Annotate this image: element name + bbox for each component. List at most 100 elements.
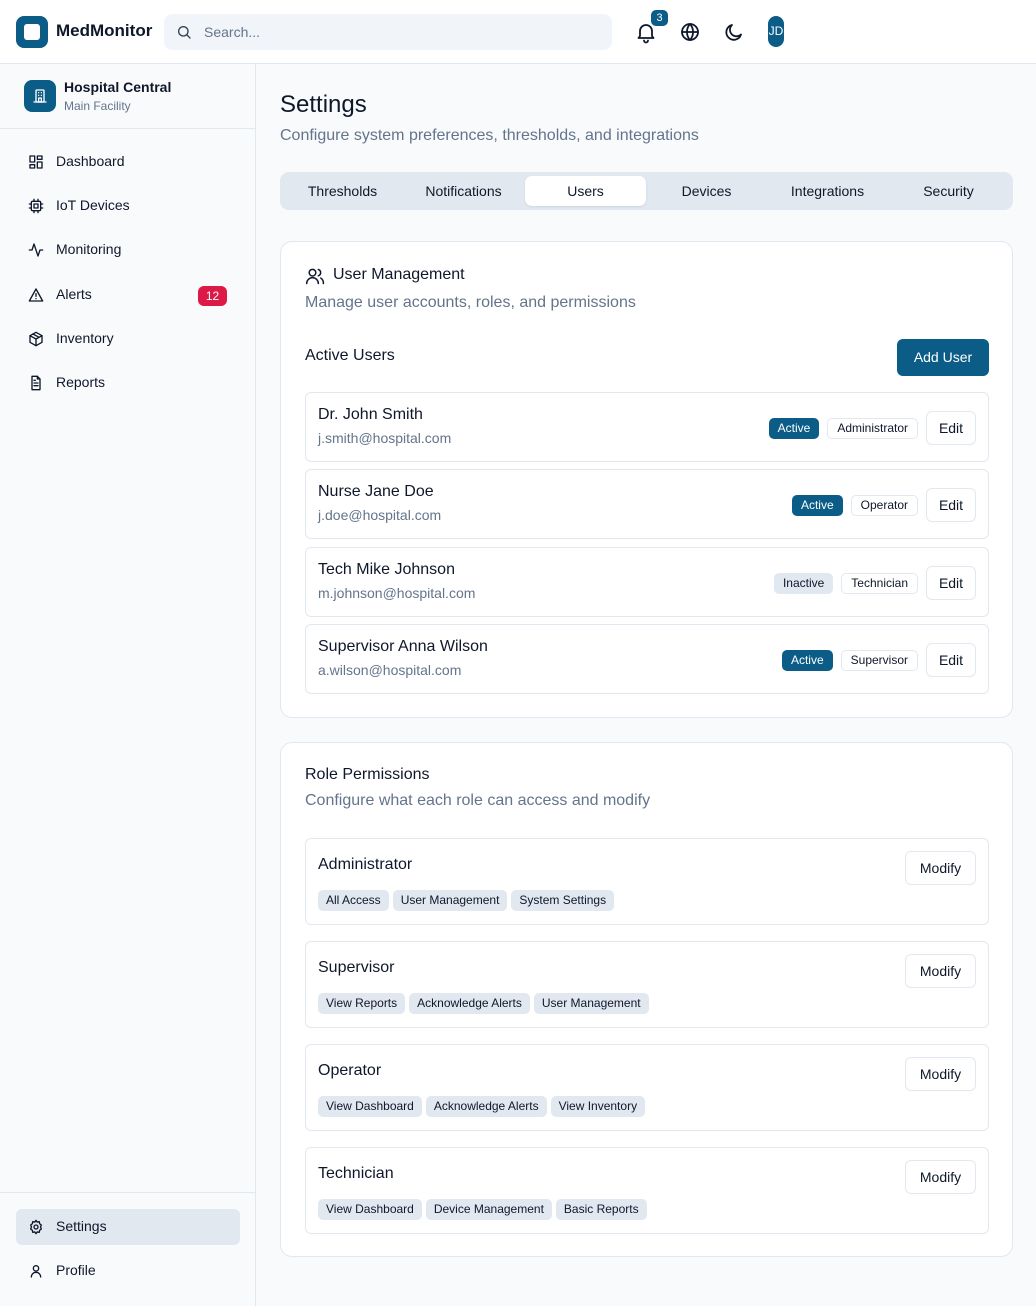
edit-user-button[interactable]: Edit xyxy=(926,488,976,522)
user-email: j.doe@hospital.com xyxy=(318,507,442,523)
permission-tag: Acknowledge Alerts xyxy=(425,1096,547,1117)
permission-tag: All Access xyxy=(318,890,389,911)
role-permissions-card: Role Permissions Configure what each rol… xyxy=(280,742,1013,1257)
page-title: Settings xyxy=(280,91,367,118)
tab-devices[interactable]: Devices xyxy=(646,176,767,206)
role-row: Supervisor Modify View Reports Acknowled… xyxy=(305,941,989,1028)
file-text-icon xyxy=(28,375,44,391)
top-bar: MedMonitor 3 JD xyxy=(0,0,1036,64)
app-name: MedMonitor xyxy=(56,21,153,40)
sidebar-item-label: Alerts xyxy=(56,286,92,302)
sidebar-item-iot-devices[interactable]: IoT Devices xyxy=(16,188,240,224)
settings-tabs: Thresholds Notifications Users Devices I… xyxy=(280,172,1013,210)
user-name: Supervisor Anna Wilson xyxy=(318,638,488,655)
tab-thresholds[interactable]: Thresholds xyxy=(282,176,403,206)
sidebar-item-monitoring[interactable]: Monitoring xyxy=(16,232,240,268)
user-name: Tech Mike Johnson xyxy=(318,561,455,578)
role-row: Technician Modify View Dashboard Device … xyxy=(305,1147,989,1234)
permission-tag: View Dashboard xyxy=(318,1096,422,1117)
permission-tag: User Management xyxy=(392,890,508,911)
sidebar-item-dashboard[interactable]: Dashboard xyxy=(16,144,240,180)
user-management-card: User Management Manage user accounts, ro… xyxy=(280,241,1013,718)
package-icon xyxy=(28,331,44,347)
user-email: m.johnson@hospital.com xyxy=(318,585,476,601)
sidebar-item-label: Reports xyxy=(56,374,106,390)
role-badge: Operator xyxy=(850,494,918,516)
avatar[interactable]: JD xyxy=(768,16,784,47)
user-icon xyxy=(28,1263,44,1279)
edit-user-button[interactable]: Edit xyxy=(926,643,976,677)
user-email: a.wilson@hospital.com xyxy=(318,662,462,678)
add-user-button[interactable]: Add User xyxy=(897,339,989,376)
permission-tag: System Settings xyxy=(511,890,615,911)
globe-icon[interactable] xyxy=(678,20,702,44)
search-input[interactable] xyxy=(204,14,604,50)
edit-user-button[interactable]: Edit xyxy=(926,566,976,600)
app-logo-icon[interactable] xyxy=(16,16,48,48)
active-users-heading: Active Users xyxy=(305,347,395,364)
facility-name: Hospital Central xyxy=(64,79,172,95)
status-badge: Active xyxy=(791,494,843,516)
role-name: Operator xyxy=(318,1062,382,1079)
role-name: Administrator xyxy=(318,856,413,873)
sidebar-item-reports[interactable]: Reports xyxy=(16,365,240,401)
chip-icon xyxy=(28,198,44,214)
role-row: Operator Modify View Dashboard Acknowled… xyxy=(305,1044,989,1131)
user-name: Dr. John Smith xyxy=(318,406,423,423)
page-subtitle: Configure system preferences, thresholds… xyxy=(280,127,699,144)
sidebar-item-alerts[interactable]: Alerts 12 xyxy=(16,277,240,313)
user-row: Tech Mike Johnson m.johnson@hospital.com… xyxy=(305,547,989,617)
facility-subtitle: Main Facility xyxy=(64,99,131,113)
card-title: User Management xyxy=(333,266,465,283)
user-name: Nurse Jane Doe xyxy=(318,483,434,500)
modify-role-button[interactable]: Modify xyxy=(905,1057,976,1091)
user-row: Dr. John Smith j.smith@hospital.com Acti… xyxy=(305,392,989,462)
status-badge: Active xyxy=(768,417,820,439)
role-badge: Technician xyxy=(841,572,918,594)
sidebar-item-profile[interactable]: Profile xyxy=(16,1253,240,1289)
modify-role-button[interactable]: Modify xyxy=(905,954,976,988)
modify-role-button[interactable]: Modify xyxy=(905,851,976,885)
role-badge: Supervisor xyxy=(840,649,918,671)
notification-count-badge: 3 xyxy=(651,10,668,26)
tab-integrations[interactable]: Integrations xyxy=(767,176,888,206)
user-row: Nurse Jane Doe j.doe@hospital.com Active… xyxy=(305,469,989,539)
user-row: Supervisor Anna Wilson a.wilson@hospital… xyxy=(305,624,989,694)
sidebar: Hospital Central Main Facility Dashboard… xyxy=(0,64,256,1306)
card-subtitle: Configure what each role can access and … xyxy=(305,792,651,809)
search-box[interactable] xyxy=(164,14,612,50)
facility-header[interactable]: Hospital Central Main Facility xyxy=(0,64,255,129)
card-title: Role Permissions xyxy=(305,766,430,783)
search-icon xyxy=(176,24,192,40)
sidebar-item-label: Settings xyxy=(56,1218,107,1234)
dashboard-icon xyxy=(28,154,44,170)
permission-tag: Basic Reports xyxy=(555,1199,647,1220)
permission-tag: View Inventory xyxy=(550,1096,646,1117)
card-subtitle: Manage user accounts, roles, and permiss… xyxy=(305,294,636,311)
permission-tag: Device Management xyxy=(425,1199,552,1220)
gear-icon xyxy=(28,1219,44,1235)
alerts-count-badge: 12 xyxy=(198,286,227,306)
sidebar-item-label: IoT Devices xyxy=(56,197,130,213)
modify-role-button[interactable]: Modify xyxy=(905,1160,976,1194)
permission-tag: View Reports xyxy=(318,993,406,1014)
tab-users[interactable]: Users xyxy=(525,176,646,206)
sidebar-bottom: Settings Profile xyxy=(0,1192,255,1306)
building-icon xyxy=(24,80,56,112)
status-badge: Inactive xyxy=(773,572,834,594)
sidebar-item-inventory[interactable]: Inventory xyxy=(16,321,240,357)
edit-user-button[interactable]: Edit xyxy=(926,411,976,445)
users-icon xyxy=(305,266,325,286)
sidebar-item-settings[interactable]: Settings xyxy=(16,1209,240,1245)
role-name: Supervisor xyxy=(318,959,395,976)
moon-icon[interactable] xyxy=(722,20,746,44)
permission-tag: Acknowledge Alerts xyxy=(409,993,530,1014)
sidebar-item-label: Monitoring xyxy=(56,241,122,257)
role-badge: Administrator xyxy=(827,417,918,439)
user-email: j.smith@hospital.com xyxy=(318,430,452,446)
tab-security[interactable]: Security xyxy=(888,176,1009,206)
tab-notifications[interactable]: Notifications xyxy=(403,176,524,206)
alert-triangle-icon xyxy=(28,287,44,303)
role-name: Technician xyxy=(318,1165,394,1182)
permission-tag: User Management xyxy=(533,993,649,1014)
